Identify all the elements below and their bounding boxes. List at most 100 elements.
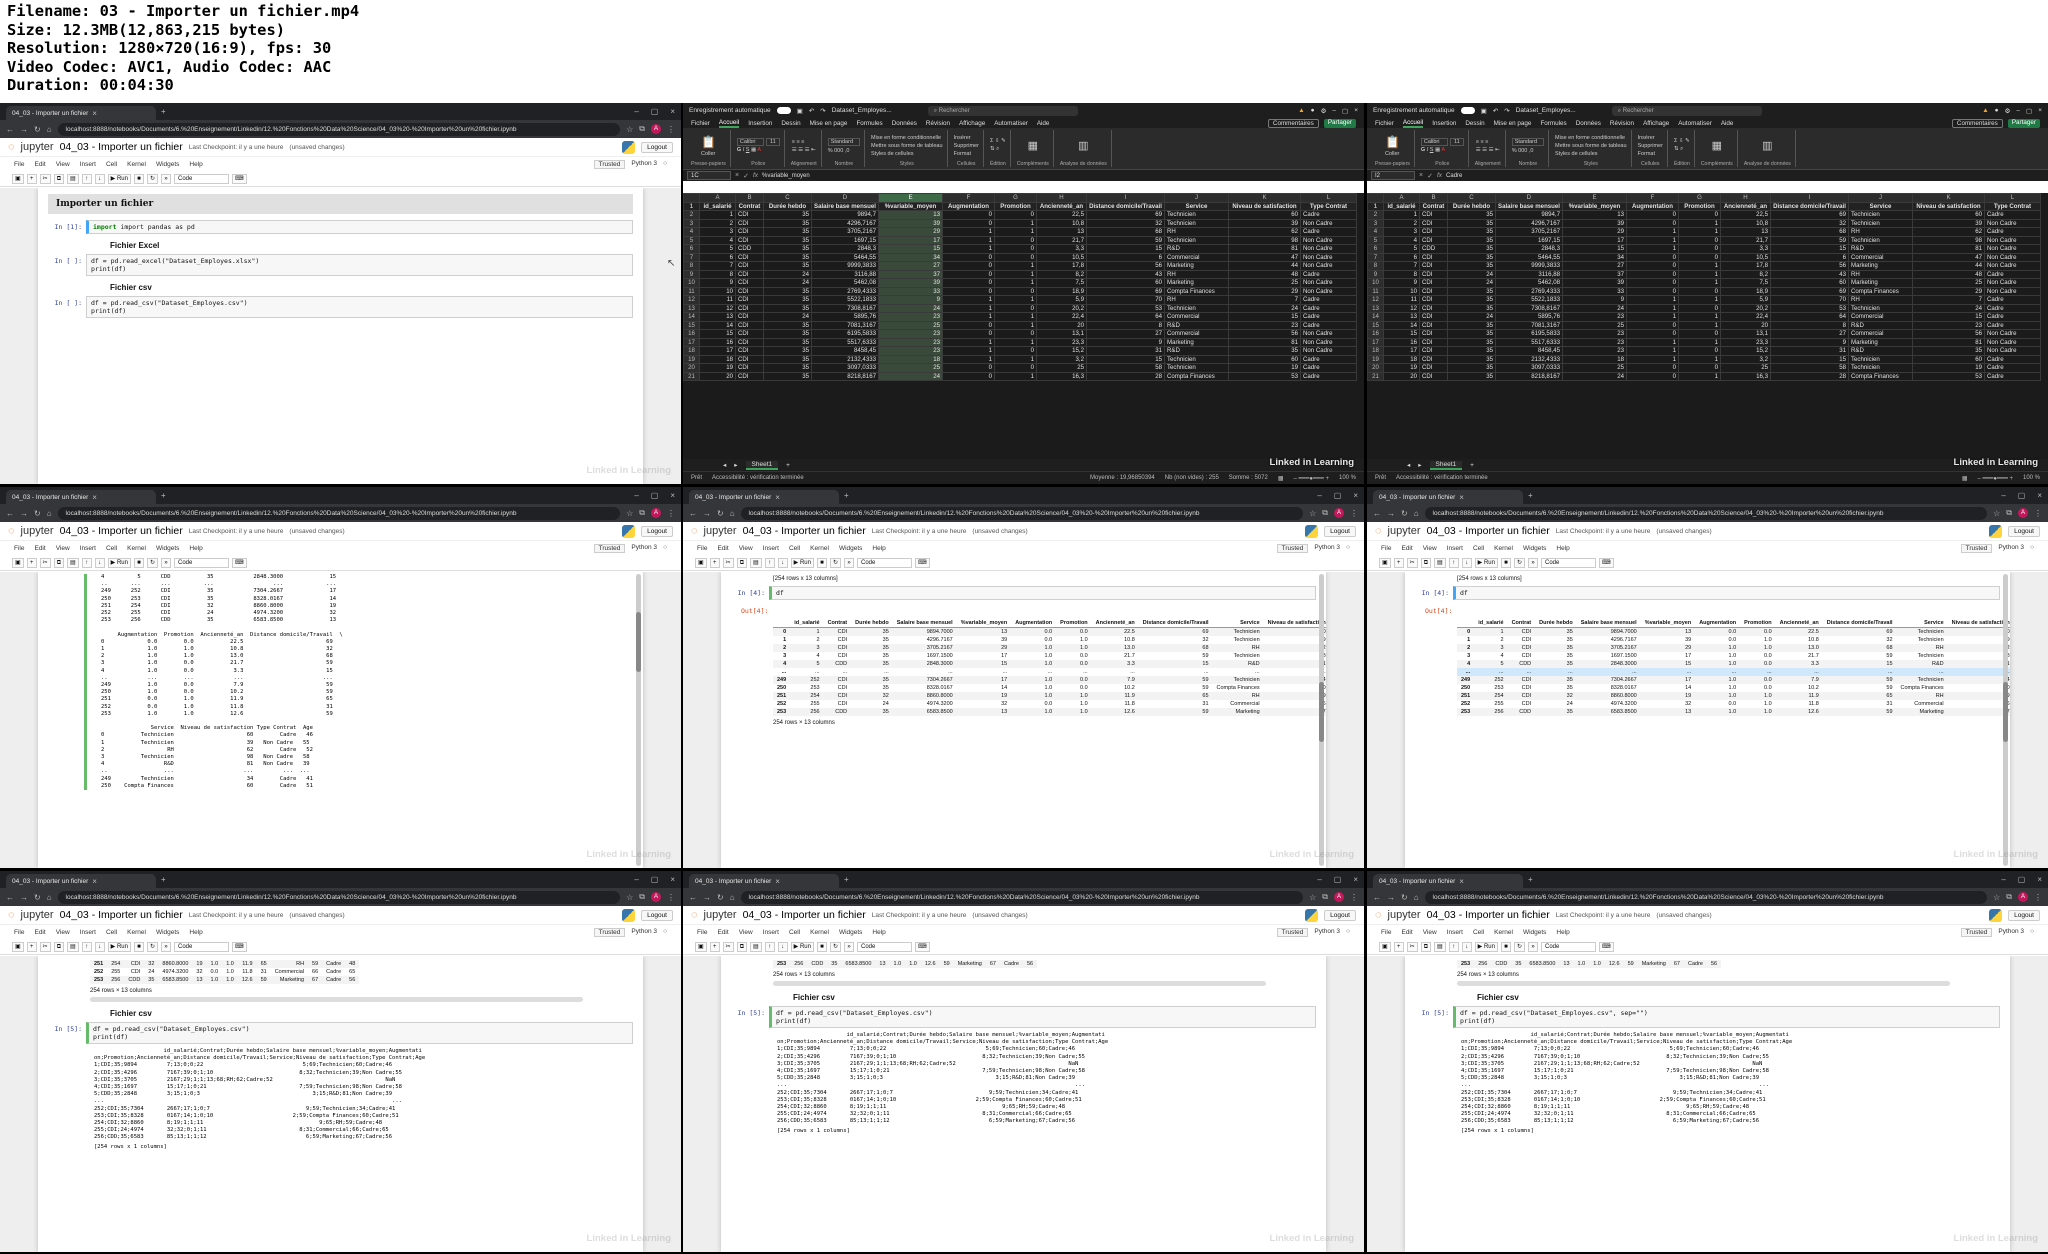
ribbon-group-label[interactable]: Analyse de données [1060, 161, 1107, 167]
sheet-cell[interactable]: 60 [1086, 278, 1165, 288]
sheet-cell[interactable]: 1 [1678, 371, 1721, 381]
row-number[interactable]: 20 [1367, 363, 1384, 373]
sheet-cell[interactable]: 0 [1626, 252, 1679, 262]
sheet-cell[interactable]: 0 [1678, 303, 1721, 313]
add-cell-icon[interactable]: + [26, 557, 37, 568]
formula-input[interactable]: Cadre [1446, 173, 1462, 179]
font-select[interactable]: Calibri [1420, 137, 1449, 146]
sheet-cell[interactable]: Cadre [1984, 303, 2041, 313]
keyboard-icon[interactable]: ⌨ [232, 173, 247, 184]
sheet-cell[interactable]: 1 [1383, 210, 1420, 220]
sheet-cell[interactable]: 9999,3833 [811, 261, 879, 271]
sheet-cell[interactable]: Non Cadre [1300, 278, 1357, 288]
sheet-cell[interactable]: 3,3 [1036, 244, 1087, 254]
sheet-cell[interactable]: Cadre [1984, 363, 2041, 373]
forward-icon[interactable]: → [1387, 509, 1395, 518]
minimize-icon[interactable]: – [1332, 107, 1336, 114]
sheet-cell[interactable]: 10 [699, 286, 736, 296]
menu-item[interactable]: Kernel [1494, 545, 1513, 552]
cut-icon[interactable]: ✂ [39, 173, 51, 184]
row-number[interactable]: 21 [683, 371, 700, 381]
notebook-title[interactable]: 04_03 - Importer un fichier [60, 909, 183, 921]
forward-icon[interactable]: → [703, 893, 711, 902]
sheet-cell[interactable]: Non Cadre [1300, 286, 1357, 296]
maximize-icon[interactable]: ▢ [651, 875, 659, 884]
cell-type-select[interactable]: Code [174, 557, 229, 568]
comments-button[interactable]: Commentaires [1951, 118, 2003, 128]
formula-input[interactable]: %variable_moyen [762, 173, 810, 179]
delete-button[interactable]: Supprimer [1638, 143, 1663, 149]
more-menu-icon[interactable]: ⋮ [1350, 509, 1358, 518]
sheet-cell[interactable]: CDI [1419, 295, 1448, 305]
next-sheet-icon[interactable]: ▸ [1418, 461, 1421, 469]
sheet-cell[interactable]: 37 [1562, 269, 1627, 279]
sheet-cell[interactable]: 3705,2167 [1495, 227, 1563, 237]
sheet-cell[interactable]: 1 [994, 337, 1037, 347]
sheet-cell[interactable]: 0 [994, 210, 1037, 220]
cut-icon[interactable]: ✂ [1406, 941, 1418, 952]
sheet-cell[interactable]: 7 [699, 261, 736, 271]
sheet-cell[interactable]: 3097,0333 [1495, 363, 1563, 373]
accessibility-status[interactable]: Accessibilité : vérification terminée [1396, 475, 1488, 481]
profile-avatar[interactable]: A [2018, 508, 2028, 518]
sheet-cell[interactable]: Cadre [1300, 371, 1357, 381]
sheet-cell[interactable]: 1697,15 [811, 235, 879, 245]
sheet-header-cell[interactable]: Contrat [1419, 201, 1448, 211]
sheet-cell[interactable]: 32 [1770, 218, 1849, 228]
sheet-cell[interactable]: 27 [1770, 329, 1849, 339]
move-up-icon[interactable]: ↑ [1448, 557, 1459, 568]
sheet-cell[interactable]: 6 [1086, 252, 1165, 262]
row-number[interactable]: 3 [1367, 218, 1384, 228]
copy-icon[interactable]: ⧉ [53, 557, 64, 568]
sheet-cell[interactable]: 2848,3 [1495, 244, 1563, 254]
menu-item[interactable]: File [1381, 929, 1391, 936]
ribbon-tab[interactable]: Dessin [781, 120, 800, 127]
sheet-cell[interactable]: 18 [1383, 354, 1420, 364]
warning-icon[interactable]: ▲ [1298, 107, 1304, 114]
sheet-cell[interactable]: 15 [699, 329, 736, 339]
ribbon-tab[interactable]: Données [892, 120, 917, 127]
run-button[interactable]: ▶ Run [107, 941, 131, 952]
move-up-icon[interactable]: ↑ [81, 173, 92, 184]
menu-item[interactable]: Help [189, 929, 202, 936]
sheet-cell[interactable]: 17,8 [1036, 261, 1087, 271]
sheet-cell[interactable]: 24 [763, 278, 812, 288]
ribbon-tab[interactable]: Affichage [1643, 120, 1669, 127]
sheet-cell[interactable]: 0 [942, 261, 995, 271]
sheet-cell[interactable]: Cadre [1300, 210, 1357, 220]
menu-item[interactable]: File [14, 545, 24, 552]
jupyter-logo-icon[interactable]: ◌ [691, 525, 698, 537]
underline-icon[interactable]: S [1430, 147, 1434, 153]
sheet-cell[interactable]: 59 [1770, 235, 1849, 245]
font-color-icon[interactable]: A [1441, 147, 1445, 153]
sheet-cell[interactable]: 56 [1228, 329, 1301, 339]
sheet-cell[interactable]: 24 [878, 303, 943, 313]
row-number[interactable]: 9 [1367, 269, 1384, 279]
sheet-cell[interactable]: 70 [1086, 295, 1165, 305]
forward-icon[interactable]: → [703, 509, 711, 518]
row-number[interactable]: 5 [1367, 235, 1384, 245]
restart-icon[interactable]: ↻ [146, 173, 158, 184]
sort-icon[interactable]: ⇅ ⌕ [990, 146, 999, 153]
more-menu-icon[interactable]: ⋮ [1350, 893, 1358, 902]
sheet-tab[interactable]: Sheet1 [1429, 460, 1463, 470]
back-icon[interactable]: ← [689, 893, 697, 902]
column-letter[interactable]: J [1848, 193, 1913, 203]
sheet-cell[interactable]: 20 [1036, 320, 1087, 330]
menu-item[interactable]: Kernel [127, 545, 146, 552]
extensions-icon[interactable]: ⧉ [639, 892, 645, 902]
fast-forward-icon[interactable]: » [161, 173, 171, 184]
sheet-cell[interactable]: CDI [1419, 261, 1448, 271]
save-icon[interactable]: ▣ [797, 107, 803, 115]
menu-item[interactable]: Widgets [839, 929, 862, 936]
sheet-cell[interactable]: Commercial [1848, 329, 1913, 339]
cancel-icon[interactable]: × [1419, 172, 1423, 179]
sheet-cell[interactable]: 7081,3167 [1495, 320, 1563, 330]
copy-icon[interactable]: ⧉ [53, 941, 64, 952]
sheet-cell[interactable]: CDI [735, 252, 764, 262]
sheet-cell[interactable]: Commercial [1848, 312, 1913, 322]
menu-item[interactable]: Kernel [810, 545, 829, 552]
stop-icon[interactable]: ■ [1500, 941, 1511, 952]
settings-icon[interactable]: ⚙ [2005, 107, 2011, 115]
sheet-cell[interactable]: 18 [1562, 354, 1627, 364]
